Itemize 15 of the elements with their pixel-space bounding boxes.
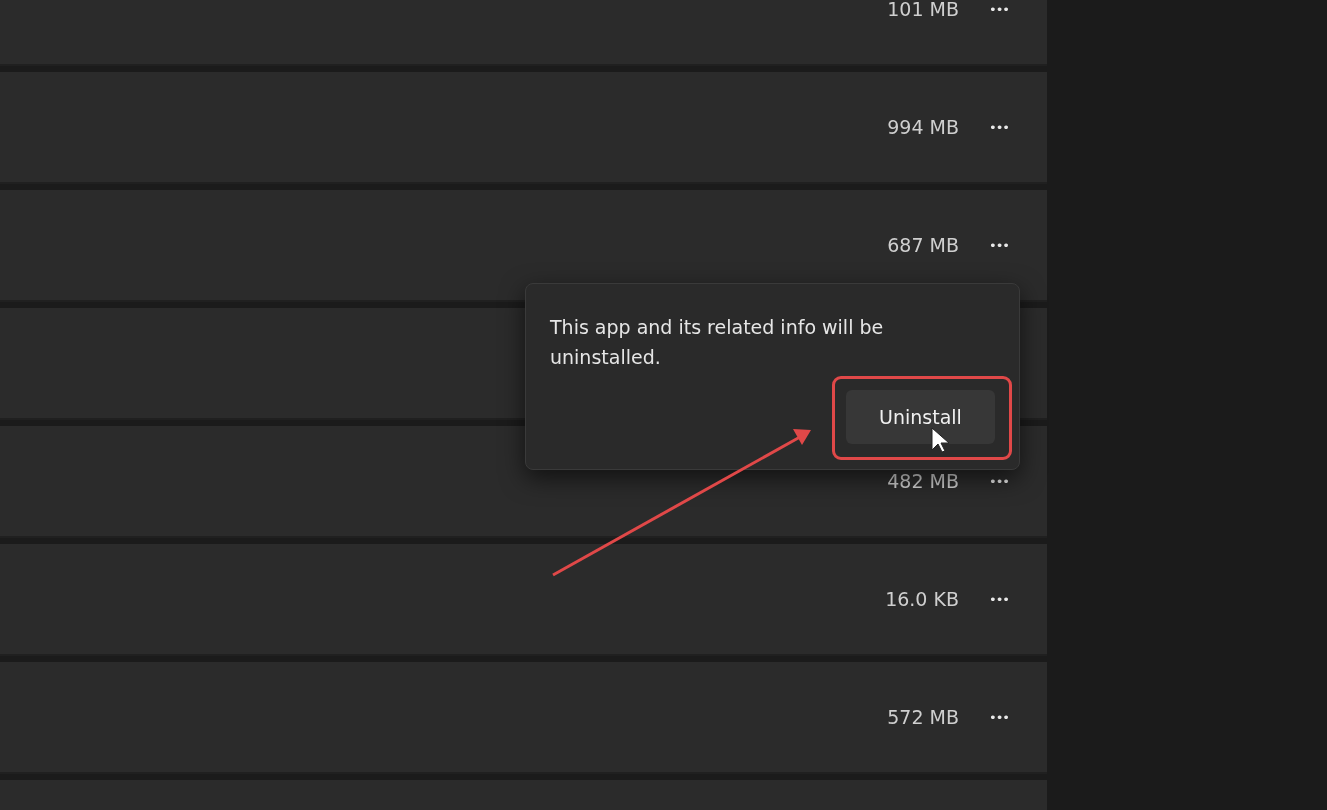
app-size: 572 MB — [887, 706, 959, 728]
more-options-button[interactable]: ••• — [985, 119, 1013, 135]
app-size: 482 MB — [887, 470, 959, 492]
more-options-button[interactable]: ••• — [985, 591, 1013, 607]
app-size: 994 MB — [887, 116, 959, 138]
more-options-button[interactable]: ••• — [985, 1, 1013, 17]
app-size: 101 MB — [887, 0, 959, 20]
app-size: 687 MB — [887, 234, 959, 256]
uninstall-button[interactable]: Uninstall — [846, 390, 995, 444]
flyout-message: This app and its related info will be uninstalled. — [550, 315, 885, 370]
more-options-button[interactable]: ••• — [985, 473, 1013, 489]
app-size: 16.0 KB — [885, 588, 959, 610]
more-options-button[interactable]: ••• — [985, 237, 1013, 253]
more-options-button[interactable]: ••• — [985, 709, 1013, 725]
mouse-pointer-icon — [931, 427, 950, 453]
